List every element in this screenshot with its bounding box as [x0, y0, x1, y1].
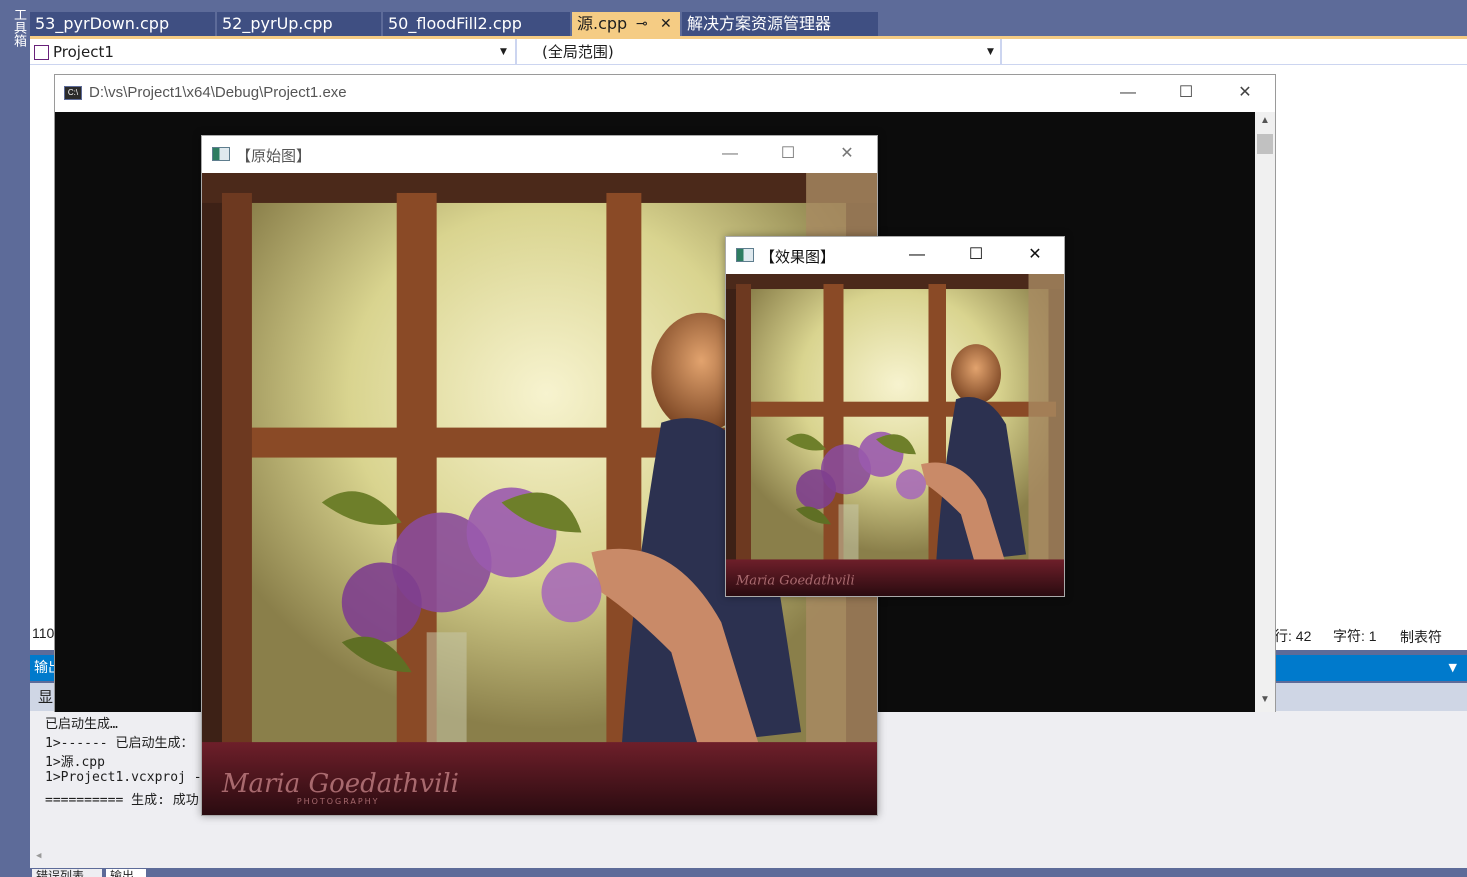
- output-line: 已启动生成…: [45, 717, 118, 732]
- scroll-down-icon[interactable]: ▼: [1260, 694, 1270, 705]
- console-title-bar[interactable]: C:\ D:\vs\Project1\x64\Debug\Project1.ex…: [55, 75, 1275, 112]
- project-dropdown[interactable]: Project1 ▼: [34, 40, 514, 64]
- document-tab-bar: 53_pyrDown.cpp 52_pyrUp.cpp 50_floodFill…: [30, 0, 1467, 36]
- effect-title-bar[interactable]: 【效果图】 — ☐ ✕: [726, 237, 1064, 274]
- output-line: 1>Project1.vcxproj -: [45, 770, 202, 785]
- watermark-subtext: PHOTOGRAPHY: [297, 797, 380, 806]
- scroll-up-icon[interactable]: ▲: [1260, 115, 1270, 126]
- close-icon[interactable]: ✕: [1012, 240, 1058, 270]
- tab-53-pyrdown[interactable]: 53_pyrDown.cpp: [30, 12, 215, 36]
- effect-image-window[interactable]: 【效果图】 — ☐ ✕ Maria Goedathvili: [725, 236, 1065, 597]
- maximize-icon[interactable]: ☐: [953, 240, 999, 270]
- chevron-down-icon: ▼: [987, 47, 994, 57]
- close-tab-icon[interactable]: ✕: [660, 12, 672, 36]
- console-title: D:\vs\Project1\x64\Debug\Project1.exe: [89, 84, 347, 101]
- project-icon: [34, 45, 49, 60]
- nav-separator: [1000, 39, 1002, 65]
- tab-label: 解决方案资源管理器: [687, 14, 832, 33]
- original-window-title: 【原始图】: [236, 147, 312, 165]
- console-scrollbar[interactable]: ▲ ▼: [1255, 112, 1275, 712]
- tab-solution-explorer[interactable]: 解决方案资源管理器: [682, 12, 878, 36]
- minimize-icon[interactable]: —: [707, 139, 753, 169]
- tab-source-cpp[interactable]: 源.cpp ⊸ ✕: [572, 12, 680, 36]
- chevron-down-icon: ▼: [500, 47, 507, 57]
- tab-output[interactable]: 输出: [106, 869, 146, 877]
- tab-label: 50_floodFill2.cpp: [388, 14, 522, 33]
- scope-label: (全局范围): [542, 43, 614, 61]
- tab-label: 53_pyrDown.cpp: [35, 14, 170, 33]
- effect-image: Maria Goedathvili: [726, 274, 1064, 596]
- output-line: ========== 生成: 成功: [45, 793, 199, 808]
- maximize-icon[interactable]: ☐: [1163, 78, 1209, 108]
- chevron-down-icon[interactable]: ▼: [1449, 655, 1457, 681]
- toolbox-strip[interactable]: 工具箱: [0, 0, 30, 877]
- close-icon[interactable]: ✕: [1222, 78, 1268, 108]
- watermark-text: Maria Goedathvili: [221, 769, 459, 799]
- console-app-icon: C:\: [64, 86, 82, 100]
- scope-dropdown[interactable]: (全局范围) ▼: [542, 40, 1002, 64]
- nav-separator: [515, 39, 517, 65]
- project-label: Project1: [53, 43, 114, 61]
- maximize-icon[interactable]: ☐: [765, 139, 811, 169]
- tab-mode-indicator: 制表符: [1400, 629, 1442, 645]
- window-app-icon: [736, 248, 754, 262]
- navigation-bar: Project1 ▼ (全局范围) ▼: [30, 39, 1467, 65]
- bottom-tab-bar: 错误列表 输出: [30, 868, 1467, 877]
- tab-label: 52_pyrUp.cpp: [222, 14, 333, 33]
- char-indicator: 字符: 1: [1333, 628, 1377, 644]
- effect-photo: Maria Goedathvili: [726, 274, 1064, 596]
- original-title-bar[interactable]: 【原始图】 — ☐ ✕: [202, 136, 877, 173]
- column-indicator: 行: 42: [1274, 628, 1312, 644]
- tab-52-pyrup[interactable]: 52_pyrUp.cpp: [217, 12, 381, 36]
- scrollbar-thumb[interactable]: [1257, 134, 1273, 154]
- effect-window-title: 【效果图】: [760, 248, 836, 266]
- close-icon[interactable]: ✕: [824, 139, 870, 169]
- tab-error-list[interactable]: 错误列表: [32, 869, 102, 877]
- watermark-text: Maria Goedathvili: [735, 573, 855, 588]
- line-number: 110: [32, 625, 55, 641]
- tab-50-floodfill2[interactable]: 50_floodFill2.cpp: [383, 12, 570, 36]
- pin-icon[interactable]: ⊸: [636, 12, 648, 36]
- scroll-left-icon[interactable]: ◀: [36, 851, 41, 861]
- output-line: 1>------ 已启动生成：: [45, 736, 194, 751]
- minimize-icon[interactable]: —: [894, 240, 940, 270]
- show-output-from-label: 显: [38, 688, 54, 706]
- output-line: 1>源.cpp: [45, 755, 105, 770]
- toolbox-label[interactable]: 工具箱: [3, 8, 26, 47]
- tab-label: 源.cpp: [577, 14, 628, 33]
- minimize-icon[interactable]: —: [1105, 78, 1151, 108]
- window-app-icon: [212, 147, 230, 161]
